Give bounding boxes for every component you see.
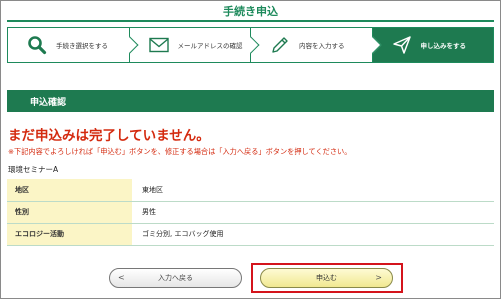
step-label: 内容を入力する [299,42,345,50]
submit-button[interactable]: 申込む > [260,268,393,288]
chevron-right-icon: > [375,273,382,282]
warning-title: まだ申込みは完了していません。 [8,128,210,144]
section-title: 申込確認 [30,98,67,108]
step-select-procedure: 手続き選択をする [8,28,138,62]
step-enter-details: 内容を入力する [251,28,381,62]
send-icon [391,34,413,56]
submit-button-label: 申込む [316,274,337,282]
back-button-label: 入力へ戻る [158,274,193,282]
field-label: 地区 [7,179,132,202]
step-confirm-email: メールアドレスの確認 [129,28,260,62]
title-divider [7,20,494,22]
back-to-input-button[interactable]: < 入力へ戻る [109,268,242,288]
section-header: 申込確認 [7,90,494,112]
step-label: 申し込みをする [420,42,467,50]
search-icon [26,34,48,56]
confirmation-table: 地区 東地区 性別 男性 エコロジー活動 ゴミ分別, エコバッグ使用 [7,179,494,246]
warning-note: ※下記内容でよろしければ「申込む」ボタンを、修正する場合は「入力へ戻る」ボタンを… [8,147,352,156]
field-value: ゴミ分別, エコバッグ使用 [132,223,494,246]
seminar-name: 環境セミナーA [8,165,59,174]
field-value: 東地区 [132,179,494,202]
pencil-icon [269,34,291,56]
table-row: エコロジー活動 ゴミ分別, エコバッグ使用 [7,223,494,246]
field-label: 性別 [7,201,132,224]
chevron-left-icon: < [118,273,125,282]
mail-icon [148,34,170,56]
progress-steps: 手続き選択をする メールアドレスの確認 内容を入力する 申し込みをする [7,27,494,63]
table-row: 性別 男性 [7,201,494,224]
step-submit-application: 申し込みをする [372,28,493,62]
field-label: エコロジー活動 [7,223,132,246]
step-label: 手続き選択をする [56,42,108,50]
field-value: 男性 [132,201,494,224]
table-row: 地区 東地区 [7,179,494,202]
step-label: メールアドレスの確認 [177,42,243,50]
page-title: 手続き申込 [223,5,278,18]
